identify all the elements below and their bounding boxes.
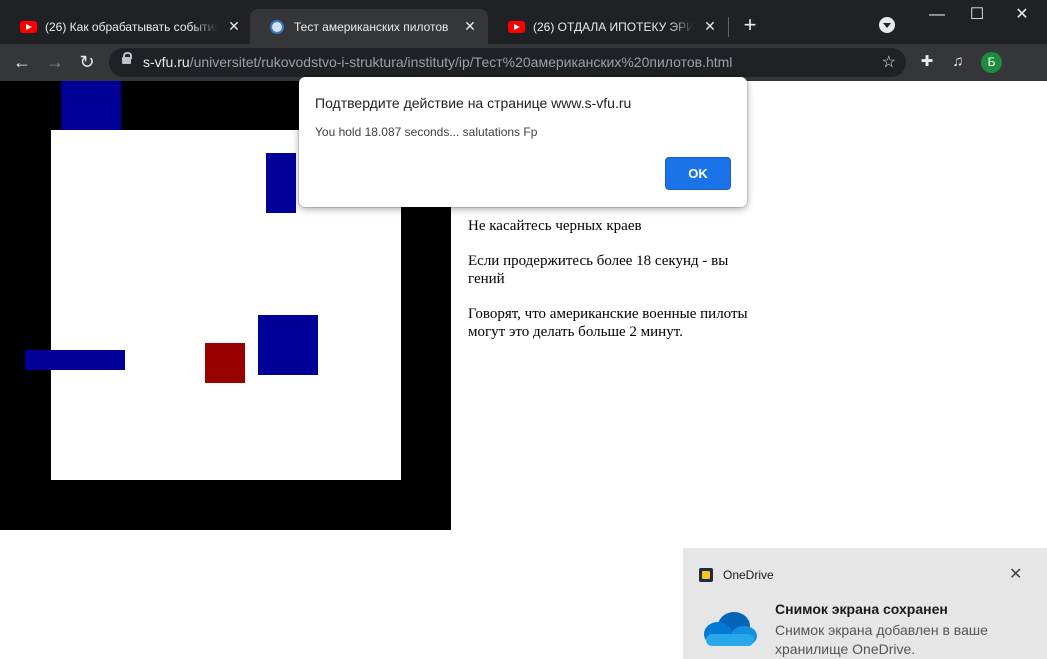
close-icon[interactable]: ✕ — [462, 18, 478, 35]
minimize-button[interactable]: — — [922, 4, 952, 26]
instructions: Не касайтесь черных краев Если продержит… — [468, 217, 768, 358]
dialog-title: Подтвердите действие на странице www.s-v… — [315, 95, 632, 111]
forward-button[interactable]: → — [43, 50, 67, 74]
close-icon[interactable]: ✕ — [702, 18, 718, 35]
url-path: /universitet/rukovodstvo-i-struktura/ins… — [189, 54, 733, 70]
tab-title: (26) ОТДАЛА ИПОТЕКУ ЭРИКУ Г — [533, 19, 694, 34]
tab-search-icon[interactable] — [879, 17, 895, 33]
tab-strip: (26) Как обрабатывать события ✕ Тест аме… — [0, 0, 1047, 44]
youtube-icon — [508, 20, 525, 33]
close-icon[interactable]: ✕ — [226, 18, 242, 35]
enemy-block — [25, 350, 125, 370]
enemy-block — [266, 153, 296, 213]
close-window-button[interactable]: ✕ — [1007, 4, 1037, 26]
tab-youtube-events[interactable]: (26) Как обрабатывать события ✕ — [0, 9, 252, 44]
youtube-icon — [20, 20, 37, 33]
notification-title: Снимок экрана сохранен — [775, 601, 948, 617]
lock-icon[interactable] — [122, 52, 132, 64]
notification-body: Снимок экрана добавлен в ваше хранилище … — [775, 622, 988, 657]
instruction-text: Не касайтесь черных краев — [468, 218, 642, 234]
bookmark-star-icon[interactable]: ☆ — [882, 48, 896, 77]
enemy-block — [258, 315, 318, 375]
tab-title: (26) Как обрабатывать события — [45, 19, 218, 34]
tab-title: Тест американских пилотов — [294, 19, 449, 34]
notification-app-name: OneDrive — [723, 568, 774, 582]
back-button[interactable]: ← — [10, 50, 34, 74]
new-tab-button[interactable]: + — [739, 12, 761, 38]
enemy-block — [61, 81, 121, 130]
onedrive-app-icon — [699, 568, 713, 582]
address-bar[interactable]: s-vfu.ru/universitet/rukovodstvo-i-struk… — [109, 48, 906, 77]
instruction-text: Говорят, что американские военные пилоты… — [468, 306, 748, 340]
profile-avatar[interactable]: Б — [981, 52, 1002, 73]
reload-button[interactable]: ↻ — [75, 50, 99, 74]
site-favicon-icon — [270, 19, 284, 34]
alert-dialog: Подтвердите действие на странице www.s-v… — [299, 77, 747, 207]
close-icon[interactable]: ✕ — [1009, 564, 1022, 584]
url-domain: s-vfu.ru — [143, 54, 190, 70]
media-control-icon[interactable]: ♫ — [948, 52, 968, 72]
tab-separator — [728, 17, 729, 37]
instruction-text: Если продержитесь более 18 секунд - вы г… — [468, 253, 729, 287]
browser-toolbar: ← → ↻ s-vfu.ru/universitet/rukovodstvo-i… — [0, 44, 1047, 81]
ok-button[interactable]: OK — [665, 157, 731, 190]
maximize-button[interactable]: ☐ — [962, 4, 992, 26]
tab-pilot-test[interactable]: Тест американских пилотов ✕ — [250, 9, 488, 44]
tab-youtube-mortgage[interactable]: (26) ОТДАЛА ИПОТЕКУ ЭРИКУ Г ✕ — [488, 9, 728, 44]
onedrive-cloud-icon — [704, 612, 757, 646]
dialog-message: You hold 18.087 seconds... salutations F… — [315, 125, 538, 139]
player-block[interactable] — [205, 343, 245, 383]
extensions-icon[interactable]: ✚ — [917, 52, 937, 72]
onedrive-notification[interactable]: OneDrive ✕ Снимок экрана сохранен Снимок… — [683, 548, 1047, 659]
